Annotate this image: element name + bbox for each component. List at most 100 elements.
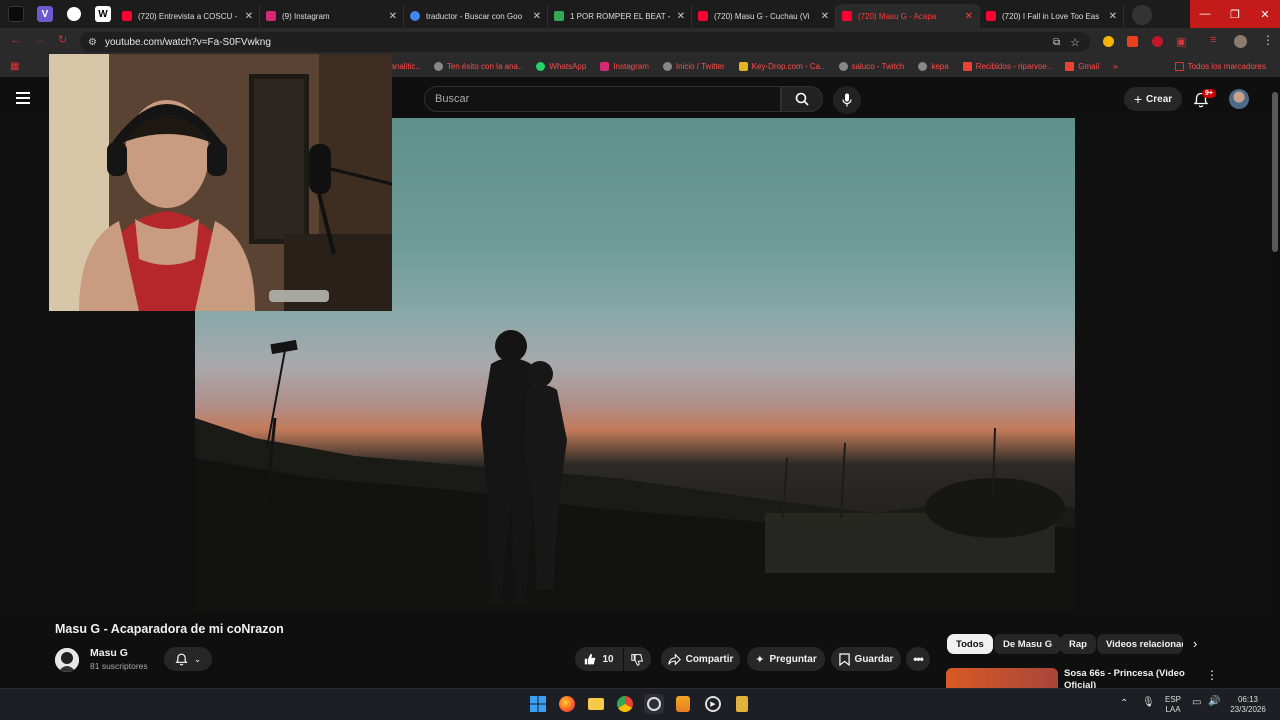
subscriber-count: 81 suscriptores [90,661,148,671]
maximize-button[interactable]: ❐ [1220,0,1250,28]
browser-tab[interactable]: 1 POR ROMPER EL BEAT - ✕ [548,4,692,28]
chrome-icon[interactable] [615,694,635,714]
pinned-tab[interactable]: W [90,3,116,25]
volume-icon[interactable]: 🔊 [1208,697,1220,707]
new-tab-button[interactable] [1132,5,1152,25]
search-button[interactable] [781,86,823,112]
globe-icon [918,62,928,71]
more-bookmarks[interactable]: » [1113,62,1117,71]
browser-tab-active[interactable]: (720) Masu G - Acapa ✕ [836,4,980,28]
bookmark[interactable]: Ten éxito con la ana.. [433,62,522,71]
omnibox[interactable]: ⚙ youtube.com/watch?v=Fa-S0FVwkng ⧉ ☆ [80,32,1090,52]
search-input[interactable]: Buscar [424,86,781,112]
kebab-menu-icon[interactable]: ⋮ [1206,668,1218,682]
bookmark[interactable]: saluco - Twitch [838,62,904,71]
bookmark[interactable]: Inicio / Twitter [662,62,725,71]
close-window-button[interactable]: ✕ [1250,0,1280,28]
account-avatar[interactable] [1229,89,1249,109]
file-explorer-icon[interactable] [586,694,606,714]
extensions-puzzle-icon[interactable]: ▣ [1176,35,1186,48]
channel-name[interactable]: Masu G [90,647,128,659]
voice-search-button[interactable] [833,86,861,114]
share-button[interactable]: Compartir [661,647,740,671]
more-horizontal-icon: ••• [913,652,924,666]
extension-icon[interactable] [1152,36,1163,47]
app-icon[interactable] [673,694,693,714]
notification-badge: 9+ [1202,89,1216,98]
ask-button[interactable]: ✦ Preguntar [747,647,825,671]
bookmark[interactable]: Instagram [600,62,649,71]
chevron-right-icon[interactable]: › [1193,636,1197,651]
browser-tab[interactable]: (720) I Fall in Love Too Eas ✕ [980,4,1124,28]
bookmark[interactable]: kepa [918,62,949,71]
install-icon[interactable]: ⧉ [1053,37,1060,48]
tab-title: (720) I Fall in Love Too Eas [1002,11,1100,21]
app-icon[interactable] [732,694,752,714]
gmail-icon [962,62,972,71]
reload-icon[interactable]: ↻ [58,33,67,46]
firefox-icon[interactable] [557,694,577,714]
webcam-overlay [49,54,392,311]
close-icon[interactable]: ✕ [965,11,973,22]
obs-icon[interactable] [644,694,664,714]
save-button[interactable]: Guardar [831,647,901,671]
windows-start-icon[interactable] [528,694,548,714]
forward-icon[interactable]: → [34,34,45,46]
w-icon: W [95,6,111,22]
close-icon[interactable]: ✕ [1109,11,1117,22]
close-icon[interactable]: ✕ [677,11,685,22]
back-icon[interactable]: ← [10,34,21,46]
close-icon[interactable]: ✕ [389,11,397,22]
language-indicator[interactable]: ESP LAA [1162,695,1184,715]
chip-rap[interactable]: Rap [1060,634,1096,654]
menu-lines-icon[interactable]: ≡ [1210,34,1216,46]
close-icon[interactable]: ✕ [533,11,541,22]
bookmark[interactable]: Key-Drop.com - Ca.. [738,62,825,71]
microphone-icon[interactable]: 🎙 [1142,698,1155,708]
more-actions-button[interactable]: ••• [906,647,930,671]
clock[interactable]: 06:13 23/3/2026 [1226,695,1270,715]
profile-avatar[interactable] [1234,35,1247,48]
extension-icon[interactable] [1103,36,1114,47]
pinned-tab[interactable] [61,3,87,25]
browser-tab[interactable]: (720) Entrevista a COSCU - ✕ [116,4,260,28]
kebab-menu-icon[interactable]: ⋮ [1262,33,1274,47]
tab-title: 1 POR ROMPER EL BEAT - [570,11,671,21]
bookmark-icon [838,652,850,666]
recommended-video-thumbnail[interactable] [946,668,1058,690]
chip-from-channel[interactable]: De Masu G [994,634,1062,654]
like-button[interactable]: 10 [575,647,623,671]
channel-avatar[interactable] [55,648,79,672]
language-top: ESP [1164,695,1181,704]
media-player-icon[interactable]: ▶ [703,694,723,714]
apps-icon[interactable]: ▦ [10,61,19,72]
minimize-button[interactable]: — [1190,0,1220,28]
subscription-bell-button[interactable]: ⌄ [164,647,212,671]
chip-related-videos[interactable]: Videos relacionad [1097,634,1183,654]
star-icon[interactable]: ☆ [1070,36,1080,49]
pinned-tab[interactable]: V [32,3,58,25]
recommended-video-title[interactable]: Sosa 66s - Princesa (Video Oficial) [1064,668,1194,688]
close-icon[interactable]: ✕ [821,11,829,22]
browser-tab[interactable]: (9) Instagram ✕ [260,4,404,28]
extension-icon[interactable] [1127,36,1138,47]
bookmark[interactable]: WhatsApp [536,62,586,71]
close-icon[interactable]: ✕ [245,11,253,22]
scrollbar-thumb[interactable] [1272,92,1278,252]
notifications-button[interactable]: 9+ [1192,89,1216,110]
browser-tab[interactable]: traductor - Buscar con Goo ✕ [404,4,548,28]
site-info-icon[interactable]: ⚙ [88,37,97,48]
bookmark[interactable]: Recibidos - riparvoe.. [962,62,1051,71]
browser-tab[interactable]: (720) Masu G - Cuchau (Vi ✕ [692,4,836,28]
hamburger-menu-icon[interactable] [16,92,30,104]
show-hidden-icons[interactable]: ⌃ [1120,699,1128,709]
dislike-button[interactable] [624,647,651,671]
bookmark[interactable]: Gmail [1065,62,1099,71]
chip-all[interactable]: Todos [947,634,993,654]
app-icon [8,6,24,22]
all-bookmarks-folder[interactable]: Todos los marcadores [1174,62,1266,71]
network-icon[interactable]: ▭ [1192,698,1201,708]
gmail-icon [1065,62,1075,71]
pinned-tab[interactable] [3,3,29,25]
create-button[interactable]: + Crear [1124,87,1182,111]
